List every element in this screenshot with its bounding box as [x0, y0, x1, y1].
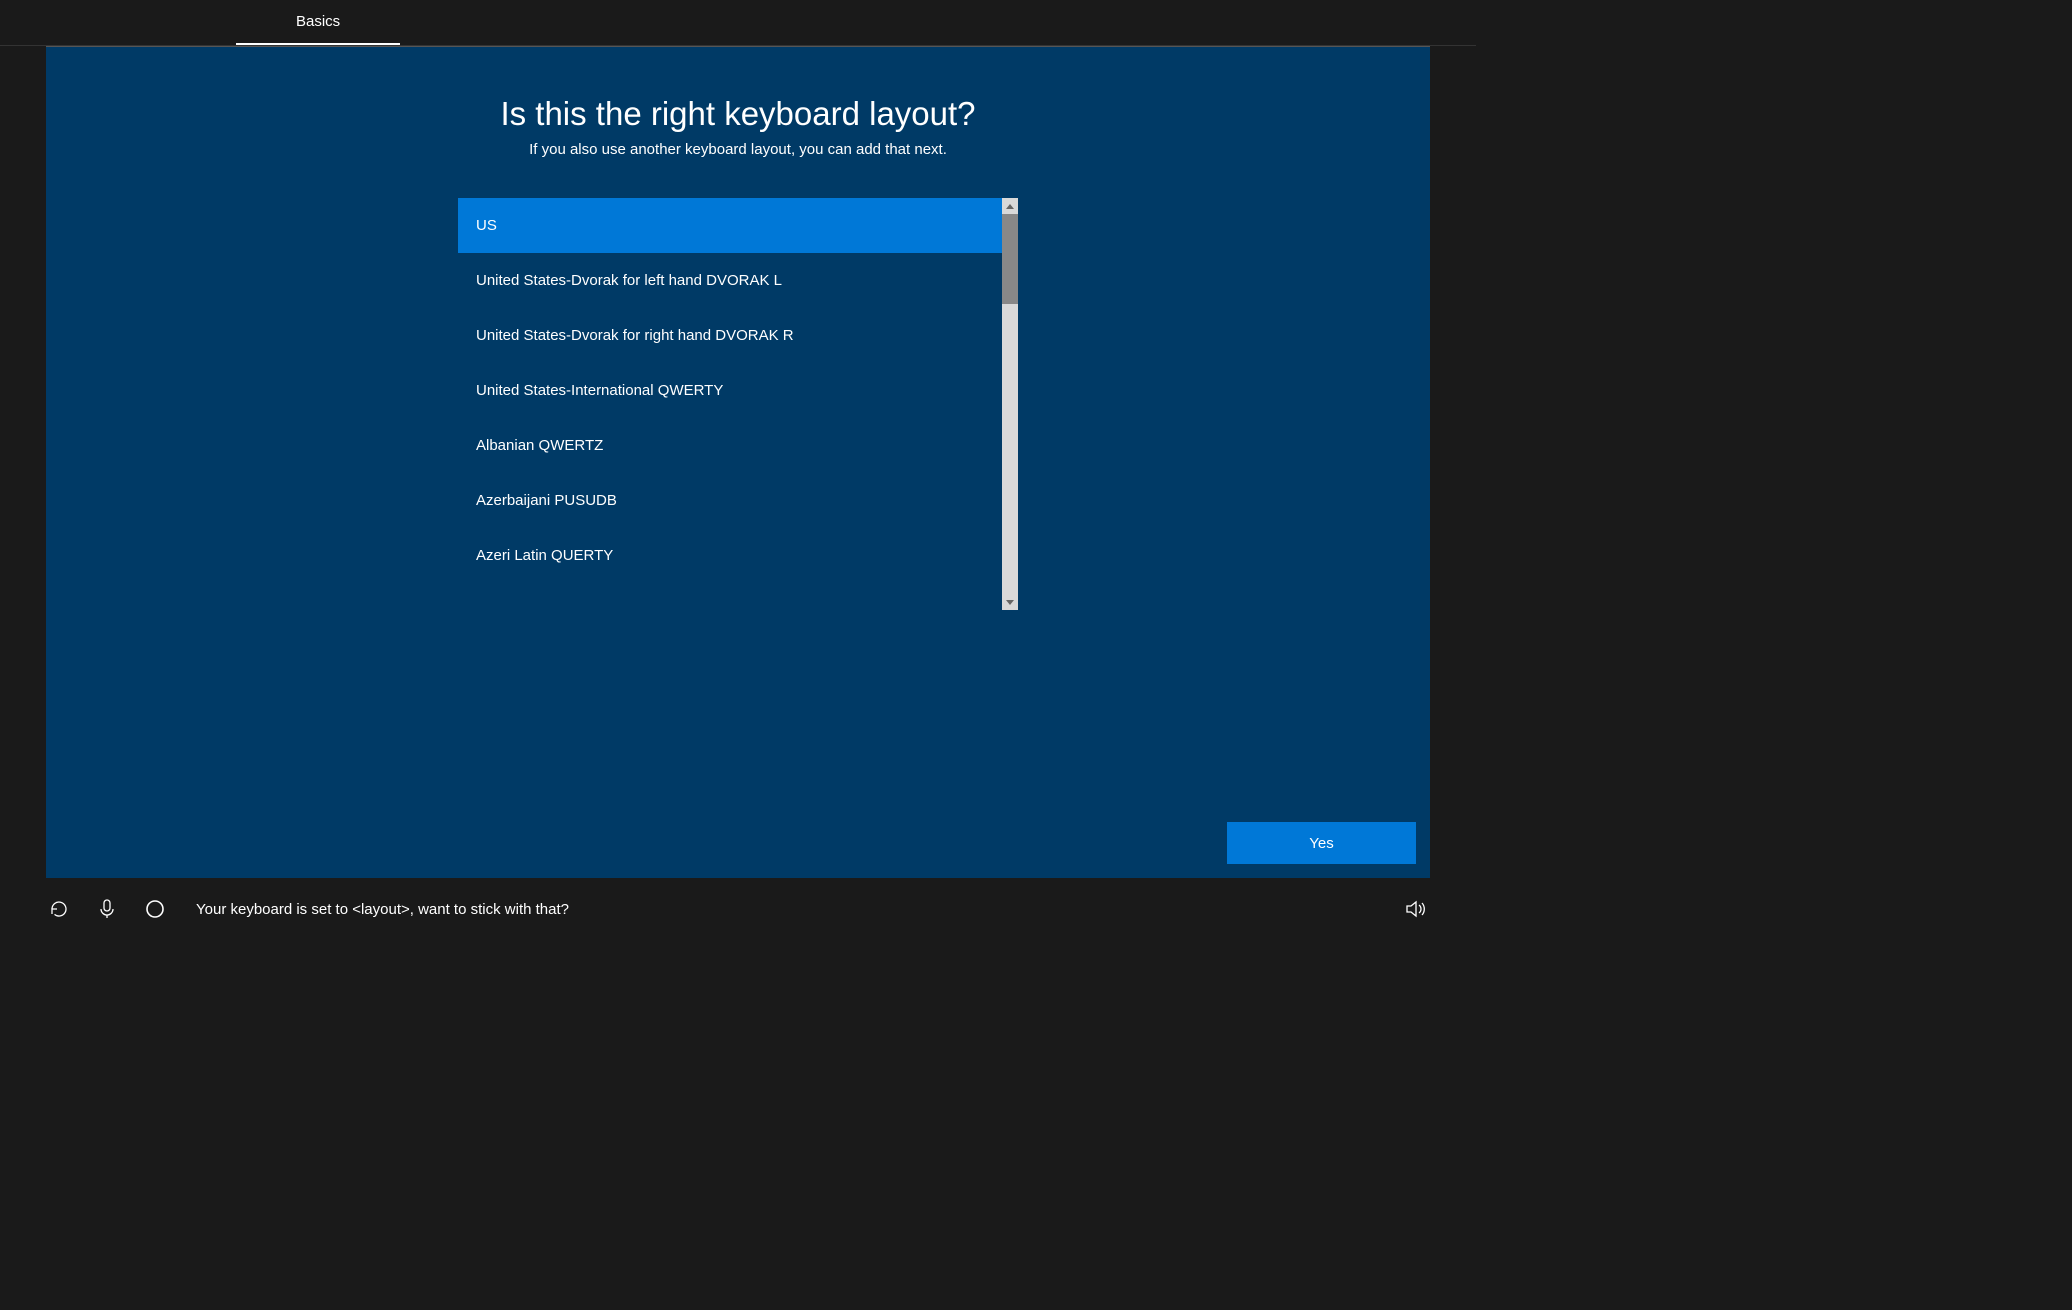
refresh-icon[interactable] [46, 896, 72, 922]
scrollbar[interactable] [1002, 198, 1018, 610]
cortana-circle-icon[interactable] [142, 896, 168, 922]
list-item[interactable]: Azerbaijani PUSUDB [458, 473, 1002, 528]
status-text: Your keyboard is set to <layout>, want t… [190, 901, 1404, 918]
list-item[interactable]: US [458, 198, 1002, 253]
tab-bar: Basics [0, 0, 1476, 46]
scroll-track[interactable] [1002, 214, 1018, 594]
tab-basics[interactable]: Basics [236, 0, 400, 45]
volume-icon[interactable] [1404, 896, 1430, 922]
list-item[interactable]: United States-Dvorak for left hand DVORA… [458, 253, 1002, 308]
scroll-down-arrow-icon[interactable] [1002, 594, 1018, 610]
content-area: Is this the right keyboard layout? If yo… [46, 46, 1430, 878]
keyboard-layout-list-wrap: USUnited States-Dvorak for left hand DVO… [458, 198, 1018, 610]
scroll-thumb[interactable] [1002, 214, 1018, 304]
page-title: Is this the right keyboard layout? [500, 95, 975, 133]
microphone-icon[interactable] [94, 896, 120, 922]
list-item[interactable]: United States-International QWERTY [458, 363, 1002, 418]
yes-button[interactable]: Yes [1227, 822, 1416, 864]
keyboard-layout-list[interactable]: USUnited States-Dvorak for left hand DVO… [458, 198, 1002, 610]
scroll-up-arrow-icon[interactable] [1002, 198, 1018, 214]
status-bar: Your keyboard is set to <layout>, want t… [0, 893, 1476, 933]
list-item[interactable]: Azeri Latin QUERTY [458, 528, 1002, 583]
list-item[interactable]: Albanian QWERTZ [458, 418, 1002, 473]
page-subtitle: If you also use another keyboard layout,… [529, 141, 947, 158]
list-item[interactable]: United States-Dvorak for right hand DVOR… [458, 308, 1002, 363]
